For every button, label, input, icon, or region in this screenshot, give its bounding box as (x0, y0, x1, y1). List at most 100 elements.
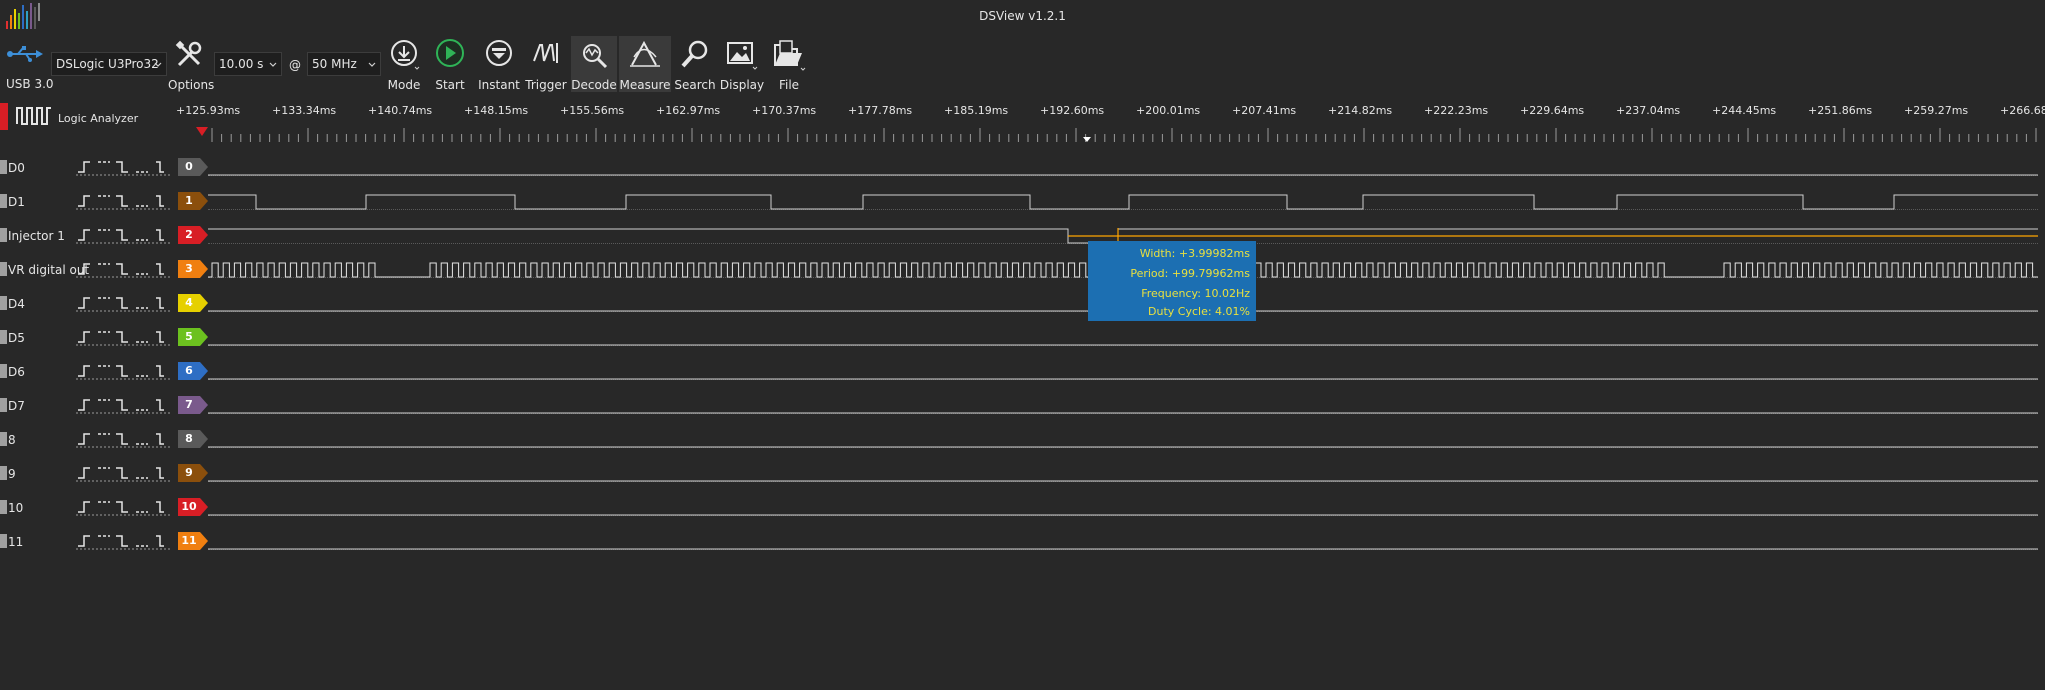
channel-name[interactable]: 10 (8, 501, 23, 515)
channel-badge[interactable]: 0 (178, 158, 208, 176)
channel-badge[interactable]: 7 (178, 396, 208, 414)
tick-label: +244.45ms (1712, 104, 1777, 117)
file-button[interactable]: File (768, 36, 810, 92)
measure-button[interactable]: Measure (619, 36, 671, 92)
channel-name[interactable]: 8 (8, 433, 16, 447)
mode-button[interactable]: Mode (384, 36, 424, 92)
instant-button[interactable]: Instant (476, 36, 522, 92)
trigger-options-icon[interactable] (76, 532, 172, 550)
channel-row: 99 (0, 456, 2045, 490)
channel-handle[interactable] (0, 296, 7, 310)
trigger-options-icon[interactable] (76, 226, 172, 244)
chevron-down-icon (269, 62, 277, 67)
trigger-options-icon[interactable] (76, 158, 172, 176)
trigger-options-icon[interactable] (76, 362, 172, 380)
file-label: File (778, 78, 800, 92)
channel-badge[interactable]: 10 (178, 498, 208, 516)
trigger-options-icon[interactable] (76, 294, 172, 312)
channel-badge[interactable]: 2 (178, 226, 208, 244)
channel-name[interactable]: Injector 1 (8, 229, 65, 243)
channel-index: 10 (181, 500, 197, 513)
mode-label: Mode (387, 78, 421, 92)
display-button[interactable]: Display (719, 36, 765, 92)
channel-badge[interactable]: 8 (178, 430, 208, 448)
channel-baseline (208, 447, 2038, 448)
channel-badge[interactable]: 6 (178, 362, 208, 380)
channel-baseline (208, 515, 2038, 516)
channel-baseline (208, 345, 2038, 346)
trigger-options-icon[interactable] (76, 498, 172, 516)
channel-handle[interactable] (0, 500, 7, 514)
channel-handle[interactable] (0, 228, 7, 242)
decode-button[interactable]: Decode (571, 36, 617, 92)
channel-name[interactable]: D6 (8, 365, 25, 379)
mode-label: Logic Analyzer (58, 112, 139, 125)
channel-badge[interactable]: 5 (178, 328, 208, 346)
channel-index: 8 (185, 432, 193, 445)
channel-name[interactable]: 9 (8, 467, 16, 481)
channel-badge[interactable]: 3 (178, 260, 208, 278)
options-button[interactable]: Options (168, 36, 215, 92)
channel-name[interactable]: D5 (8, 331, 25, 345)
instant-label: Instant (478, 78, 520, 92)
channel-name[interactable]: D0 (8, 161, 25, 175)
decode-icon (583, 44, 608, 69)
trigger-options-icon[interactable] (76, 328, 172, 346)
duration-select[interactable]: 10.00 s (214, 52, 282, 76)
channel-index: 4 (185, 296, 193, 309)
tick-label: +170.37ms (752, 104, 817, 117)
search-button[interactable]: Search (674, 36, 716, 92)
channel-badge[interactable]: 4 (178, 294, 208, 312)
chevron-down-icon (368, 62, 376, 67)
trigger-options-icon[interactable] (76, 464, 172, 482)
device-select-value: DSLogic U3Pro32 (56, 57, 159, 71)
channel-baseline (208, 549, 2038, 550)
at-label: @ (289, 58, 301, 72)
channel-index: 6 (185, 364, 193, 377)
channel-name[interactable]: D1 (8, 195, 25, 209)
measure-label: Measure (619, 78, 671, 92)
measure-duty: Duty Cycle: 4.01% (1148, 305, 1250, 318)
channel-handle[interactable] (0, 534, 7, 548)
channel-name[interactable]: D4 (8, 297, 25, 311)
channel-row: D6 6 (0, 354, 2045, 388)
channel-name[interactable]: 11 (8, 535, 23, 549)
channel-badge[interactable]: 1 (178, 192, 208, 210)
tick-label: +266.68ms (2000, 104, 2045, 117)
channel-handle[interactable] (0, 194, 7, 208)
tick-label: +148.15ms (464, 104, 529, 117)
usb-icon[interactable] (6, 46, 44, 62)
channel-handle[interactable] (0, 398, 7, 412)
channel-row: VR digital out 3 (0, 252, 2045, 286)
channel-name[interactable]: D7 (8, 399, 25, 413)
channel-handle[interactable] (0, 330, 7, 344)
display-label: Display (719, 78, 765, 92)
tick-label: +222.23ms (1424, 104, 1489, 117)
channel-handle[interactable] (0, 466, 7, 480)
channel-badge[interactable]: 11 (178, 532, 208, 550)
measure-frequency: Frequency: 10.02Hz (1141, 287, 1250, 300)
channel-handle[interactable] (0, 432, 7, 446)
tick-label: +185.19ms (944, 104, 1009, 117)
channel-row: D0 0 (0, 150, 2045, 184)
channel-handle[interactable] (0, 160, 7, 174)
tick-label: +155.56ms (560, 104, 625, 117)
rate-select[interactable]: 50 MHz (307, 52, 381, 76)
display-icon (727, 42, 758, 70)
options-label: Options (168, 78, 215, 92)
start-button[interactable]: Start (428, 36, 472, 92)
measure-period: Period: +99.79962ms (1130, 267, 1250, 280)
trigger-options-icon[interactable] (76, 260, 172, 278)
channel-badge[interactable]: 9 (178, 464, 208, 482)
trigger-marker-icon[interactable] (196, 127, 208, 137)
device-select[interactable]: DSLogic U3Pro32 (51, 52, 167, 76)
channel-index: 5 (185, 330, 193, 343)
trigger-options-icon[interactable] (76, 396, 172, 414)
channel-baseline (208, 175, 2038, 176)
trigger-button[interactable]: Trigger (524, 36, 568, 92)
trigger-options-icon[interactable] (76, 430, 172, 448)
channel-handle[interactable] (0, 364, 7, 378)
trigger-options-icon[interactable] (76, 192, 172, 210)
channel-handle[interactable] (0, 262, 7, 276)
mode-indicator (0, 103, 8, 130)
